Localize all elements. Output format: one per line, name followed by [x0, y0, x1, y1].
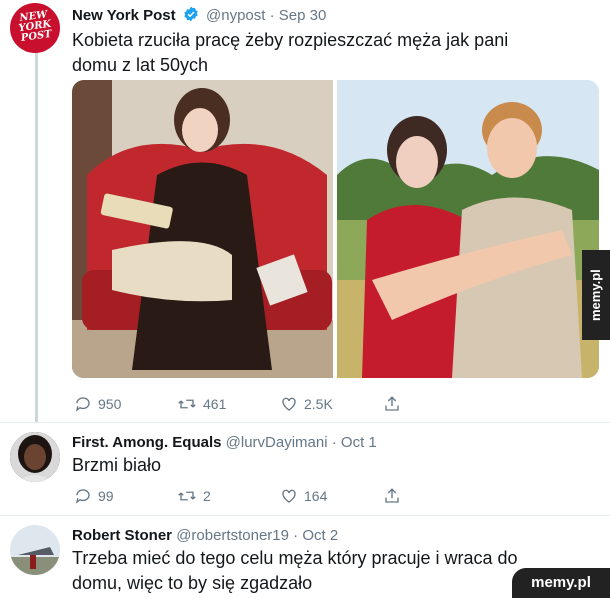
tweet-header: New York Post @nypost · Sep 30 [72, 6, 326, 26]
share-button[interactable] [383, 487, 407, 505]
reply-count: 99 [98, 488, 114, 504]
reply2-header: Robert Stoner @robertstoner19 · Oct 2 [72, 527, 338, 544]
nypost-avatar[interactable]: NEW YORK POST [10, 3, 60, 53]
reply2-date[interactable]: Oct 2 [302, 527, 338, 544]
retweet-count: 2 [203, 488, 211, 504]
memy-watermark-side: memy.pl [582, 250, 610, 340]
reply1-avatar[interactable] [10, 432, 60, 482]
reply1-actions: 99 2 164 [74, 487, 407, 505]
retweet-count: 461 [203, 396, 227, 412]
separator: · [331, 434, 337, 451]
author-name[interactable]: New York Post [72, 7, 176, 24]
tweet-media[interactable] [72, 80, 599, 378]
retweet-button[interactable]: 461 [177, 395, 280, 413]
separator: · [293, 527, 299, 544]
share-icon [385, 488, 399, 503]
nypost-logo: NEW YORK POST [17, 9, 53, 45]
thread-line [35, 52, 38, 422]
reply-button[interactable]: 950 [74, 395, 177, 413]
tweet-text: Kobieta rzuciła pracę żeby rozpieszczać … [72, 30, 509, 75]
author-handle[interactable]: @nypost [206, 7, 265, 24]
reply2-author-handle[interactable]: @robertstoner19 [176, 527, 289, 544]
reply-icon [75, 397, 90, 412]
divider [0, 515, 610, 516]
reply2-avatar[interactable] [10, 525, 60, 575]
retweet-icon [178, 491, 196, 501]
divider [0, 422, 610, 423]
tweet-actions: 950 461 2.5K [74, 395, 407, 413]
photo-right[interactable] [337, 80, 599, 378]
retweet-icon [178, 399, 196, 409]
like-count: 164 [304, 488, 328, 504]
reply1-author-handle[interactable]: @lurvDayimani [226, 434, 328, 451]
like-button[interactable]: 2.5K [280, 395, 383, 413]
heart-icon [282, 489, 296, 503]
tweet-date[interactable]: Sep 30 [279, 7, 327, 24]
separator: · [269, 7, 275, 24]
reply1-header: First. Among. Equals @lurvDayimani · Oct… [72, 434, 377, 451]
reply-count: 950 [98, 396, 122, 412]
reply1-author-name[interactable]: First. Among. Equals [72, 434, 221, 451]
reply-icon [75, 489, 90, 504]
share-button[interactable] [383, 395, 407, 413]
reply2-author-name[interactable]: Robert Stoner [72, 527, 172, 544]
reply1-text: Brzmi biało [72, 455, 162, 475]
reply2-text: Trzeba mieć do tego celu męża który prac… [72, 548, 518, 593]
heart-icon [282, 397, 296, 411]
like-count: 2.5K [304, 396, 333, 412]
memy-watermark-bottom: memy.pl [512, 568, 610, 598]
retweet-button[interactable]: 2 [177, 487, 280, 505]
photo-left[interactable] [72, 80, 333, 378]
reply1-date[interactable]: Oct 1 [341, 434, 377, 451]
like-button[interactable]: 164 [280, 487, 383, 505]
verified-badge-icon [183, 6, 199, 26]
reply-button[interactable]: 99 [74, 487, 177, 505]
share-icon [385, 396, 399, 411]
